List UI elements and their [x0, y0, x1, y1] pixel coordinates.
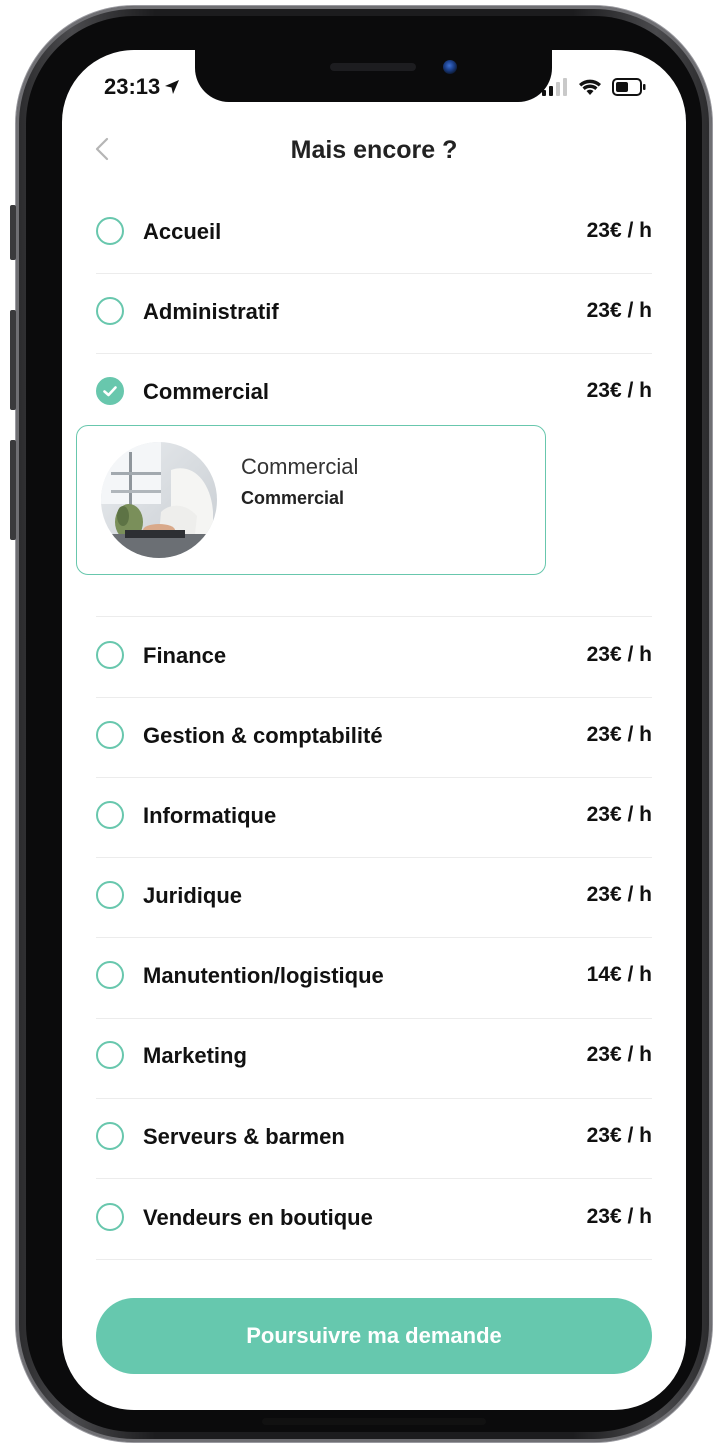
category-row-administratif[interactable]: Administratif 23€ / h: [96, 274, 652, 354]
notch: [195, 50, 552, 102]
category-label: Serveurs & barmen: [143, 1124, 345, 1149]
category-price: 23€ / h: [586, 1205, 652, 1228]
continue-button[interactable]: Poursuivre ma demande: [96, 1298, 652, 1374]
category-label: Juridique: [143, 883, 243, 908]
commercial-photo: [101, 442, 217, 558]
radio-unchecked-icon[interactable]: [96, 881, 124, 909]
category-row-gestion[interactable]: Gestion & comptabilité 23€ / h: [96, 698, 652, 778]
category-price: 23€ / h: [586, 643, 652, 666]
volume-down-button: [10, 440, 16, 540]
category-price: 23€ / h: [586, 379, 652, 402]
category-row-finance[interactable]: Finance 23€ / h: [96, 618, 652, 698]
category-row-vendeurs[interactable]: Vendeurs en boutique 23€ / h: [96, 1180, 652, 1260]
device-mockup: 23:13 Mais encore ? Accueil 23€ / h Admi…: [0, 0, 727, 1449]
category-label: Vendeurs en boutique: [143, 1205, 373, 1230]
category-label: Informatique: [143, 803, 277, 828]
wifi-icon: [579, 79, 601, 95]
home-indicator[interactable]: [262, 1418, 486, 1425]
radio-unchecked-icon[interactable]: [96, 1041, 124, 1069]
selected-category-card[interactable]: Commercial Commercial: [76, 425, 546, 575]
category-price: 23€ / h: [586, 803, 652, 826]
card-title: Commercial: [241, 454, 359, 479]
category-label: Finance: [143, 643, 227, 668]
category-label: Accueil: [143, 219, 222, 244]
check-icon: [103, 386, 117, 397]
speaker: [330, 63, 416, 71]
category-row-accueil[interactable]: Accueil 23€ / h: [96, 194, 652, 274]
radio-unchecked-icon[interactable]: [96, 641, 124, 669]
category-label: Gestion & comptabilité: [143, 723, 383, 748]
radio-unchecked-icon[interactable]: [96, 217, 124, 245]
battery-icon: [612, 78, 646, 96]
category-price: 23€ / h: [586, 219, 652, 242]
card-subtitle: Commercial: [241, 488, 345, 508]
category-label: Administratif: [143, 299, 279, 324]
category-price: 23€ / h: [586, 883, 652, 906]
status-time: 23:13: [104, 74, 180, 100]
radio-unchecked-icon[interactable]: [96, 961, 124, 989]
category-row-informatique[interactable]: Informatique 23€ / h: [96, 778, 652, 858]
office-photo-illustration: [101, 442, 217, 558]
status-indicators: [540, 78, 646, 96]
radio-unchecked-icon[interactable]: [96, 801, 124, 829]
divider: [96, 1259, 652, 1260]
radio-unchecked-icon[interactable]: [96, 297, 124, 325]
radio-unchecked-icon[interactable]: [96, 1122, 124, 1150]
category-price: 23€ / h: [586, 1124, 652, 1147]
category-price: 14€ / h: [586, 963, 652, 986]
radio-unchecked-icon[interactable]: [96, 721, 124, 749]
category-price: 23€ / h: [586, 723, 652, 746]
front-camera: [443, 60, 457, 74]
location-arrow-icon: [165, 80, 180, 94]
volume-up-button: [10, 310, 16, 410]
chevron-left-icon[interactable]: [92, 136, 112, 162]
category-price: 23€ / h: [586, 1043, 652, 1066]
category-row-marketing[interactable]: Marketing 23€ / h: [96, 1018, 652, 1098]
category-label: Marketing: [143, 1043, 247, 1068]
time-text: 23:13: [104, 74, 161, 99]
radio-checked-icon[interactable]: [96, 377, 124, 405]
silent-switch: [10, 205, 16, 260]
radio-unchecked-icon[interactable]: [96, 1203, 124, 1231]
category-price: 23€ / h: [586, 299, 652, 322]
page-title: Mais encore ?: [290, 136, 458, 164]
divider: [96, 616, 652, 617]
category-label: Manutention/logistique: [143, 963, 384, 988]
category-row-commercial[interactable]: Commercial 23€ / h: [96, 354, 652, 434]
category-row-serveurs[interactable]: Serveurs & barmen 23€ / h: [96, 1099, 652, 1179]
category-row-juridique[interactable]: Juridique 23€ / h: [96, 858, 652, 938]
category-row-manutention[interactable]: Manutention/logistique 14€ / h: [96, 938, 652, 1018]
divider: [96, 1178, 652, 1179]
category-label: Commercial: [143, 379, 269, 404]
